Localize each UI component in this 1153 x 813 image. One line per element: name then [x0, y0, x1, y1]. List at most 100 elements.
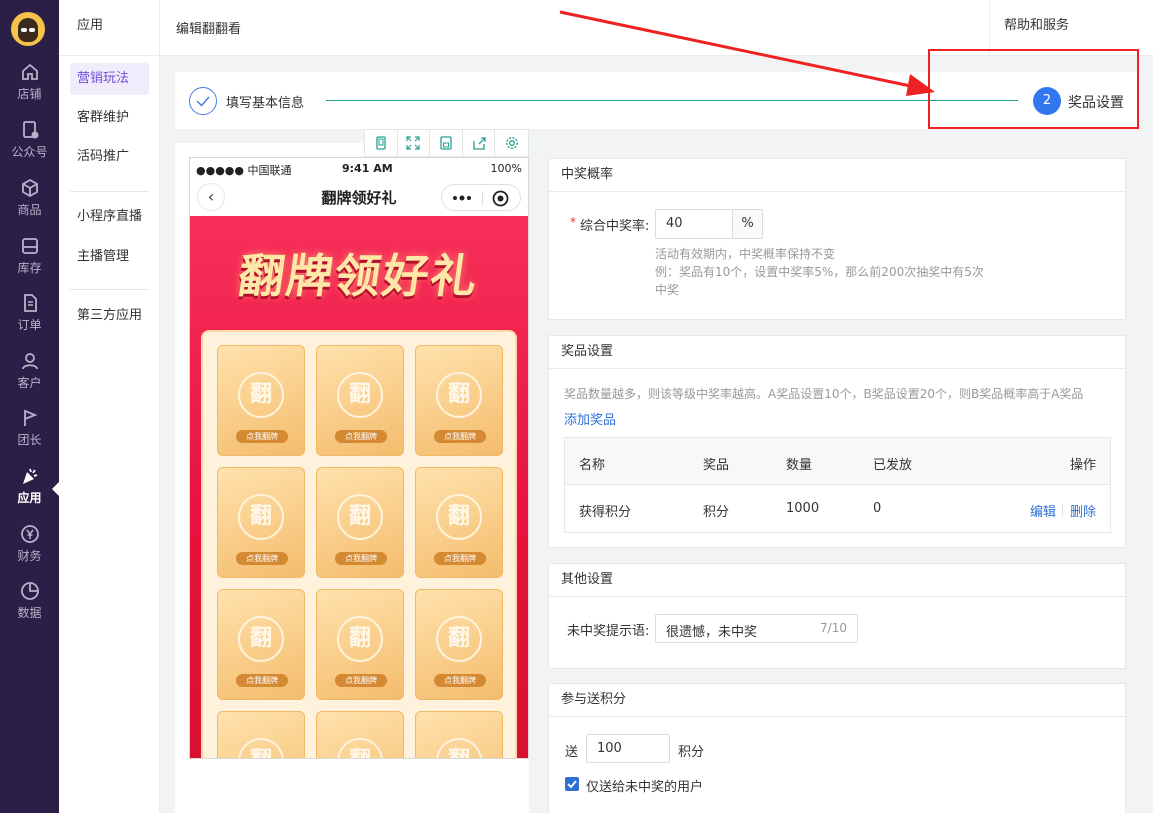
char-counter: 7/10 [820, 621, 847, 635]
submenu-item-anchor[interactable]: 主播管理 [70, 241, 149, 273]
submenu-item-marketing[interactable]: 营销玩法 [70, 63, 149, 95]
add-prize-link[interactable]: 添加奖品 [564, 409, 616, 428]
no-win-message-value: 很遗憾，未中奖 [666, 625, 758, 640]
flip-card-button[interactable]: 点我翻牌 [236, 674, 288, 687]
delete-link[interactable]: 删除 [1070, 501, 1096, 520]
flip-card-button[interactable]: 点我翻牌 [335, 430, 387, 443]
card-character: 翻 [436, 494, 482, 540]
sidebar-item-data[interactable]: 数据 [0, 581, 59, 621]
submenu-item-mini-live[interactable]: 小程序直播 [70, 201, 149, 233]
cell-issued: 0 [873, 501, 882, 516]
share-icon[interactable] [463, 130, 496, 156]
phone-nav-bar: ‹ 翻牌领好礼 [190, 178, 528, 216]
fullscreen-icon[interactable] [398, 130, 431, 156]
edit-link[interactable]: 编辑 [1030, 501, 1056, 520]
sidebar-item-inventory[interactable]: 库存 [0, 236, 59, 276]
flip-card[interactable]: 翻点我翻牌 [415, 467, 503, 578]
phone-preview: ●●●●● 中国联通 9:41 AM 100% ‹ 翻牌领好礼 翻牌领好礼 翻点… [189, 157, 529, 759]
probability-hint-3: 中奖 [655, 283, 680, 297]
other-settings-title: 其他设置 [549, 564, 1125, 597]
annotation-arrow [559, 10, 935, 96]
sidebar-item-goods[interactable]: 商品 [0, 178, 59, 218]
sidebar-item-apps[interactable]: 应用 [0, 466, 59, 506]
flip-card-button[interactable]: 点我翻牌 [434, 552, 486, 565]
flip-card[interactable]: 翻点我翻牌 [316, 467, 404, 578]
flip-card-button[interactable]: 点我翻牌 [434, 430, 486, 443]
flip-card[interactable]: 翻点我翻牌 [217, 711, 305, 758]
phone-status-bar: ●●●●● 中国联通 9:41 AM 100% [190, 158, 528, 178]
flip-card[interactable]: 翻点我翻牌 [415, 711, 503, 758]
only-losers-checkbox[interactable] [565, 777, 579, 791]
flip-card[interactable]: 翻点我翻牌 [415, 589, 503, 700]
mini-program-capsule[interactable] [441, 184, 521, 211]
probability-input[interactable]: 40 [655, 209, 733, 239]
sidebar-item-customers[interactable]: 客户 [0, 351, 59, 391]
points-title: 参与送积分 [549, 684, 1125, 717]
flip-card[interactable]: 翻点我翻牌 [316, 711, 404, 758]
phone-icon[interactable] [365, 130, 398, 156]
close-target-icon[interactable] [492, 190, 509, 207]
active-indicator [52, 482, 59, 496]
col-actions: 操作 [1070, 458, 1097, 473]
banner-headline: 翻牌领好礼 [234, 249, 483, 303]
flip-card-button[interactable]: 点我翻牌 [335, 674, 387, 687]
flip-card-button[interactable]: 点我翻牌 [335, 552, 387, 565]
avatar[interactable] [11, 12, 45, 46]
box-icon [21, 178, 38, 198]
sidebar-item-finance[interactable]: 财务 [0, 524, 59, 564]
party-popper-icon [22, 468, 37, 484]
card-character: 翻 [436, 616, 482, 662]
checkmark-icon [567, 780, 577, 789]
document-badge-icon [22, 121, 38, 139]
sidebar-item-orders[interactable]: 订单 [0, 293, 59, 333]
flip-card[interactable]: 翻点我翻牌 [217, 589, 305, 700]
no-win-label: 未中奖提示语: [567, 624, 650, 639]
more-icon[interactable] [452, 195, 472, 201]
card-character: 翻 [436, 372, 482, 418]
no-win-message-input[interactable]: 很遗憾，未中奖 7/10 [655, 614, 858, 643]
probability-title: 中奖概率 [549, 159, 1125, 192]
submenu-item-customer-groups[interactable]: 客群维护 [70, 102, 149, 134]
save-icon[interactable] [430, 130, 463, 156]
preview-toolbar [364, 129, 529, 157]
flip-card[interactable]: 翻点我翻牌 [217, 467, 305, 578]
game-banner: 翻牌领好礼 翻点我翻牌翻点我翻牌翻点我翻牌翻点我翻牌翻点我翻牌翻点我翻牌翻点我翻… [190, 216, 528, 758]
card-character: 翻 [436, 738, 482, 758]
required-mark: * [570, 215, 576, 229]
sidebar-item-store[interactable]: 店铺 [0, 62, 59, 102]
only-losers-label[interactable]: 仅送给未中奖的用户 [586, 776, 703, 795]
submenu-divider [70, 191, 149, 192]
order-icon [23, 294, 37, 312]
flip-card[interactable]: 翻点我翻牌 [316, 345, 404, 456]
cell-quantity: 1000 [786, 501, 820, 516]
flip-card-button[interactable]: 点我翻牌 [434, 674, 486, 687]
prize-panel: 奖品设置 奖品数量越多，则该等级中奖率越高。A奖品设置10个，B奖品设置20个，… [548, 335, 1126, 548]
probability-hint-2: 例：奖品有10个，设置中奖率5%，那么前200次抽奖中有5次 [655, 265, 984, 279]
points-input[interactable]: 100 [586, 734, 670, 763]
step1-label[interactable]: 填写基本信息 [226, 92, 304, 111]
submenu-item-live-code[interactable]: 活码推广 [70, 141, 149, 173]
secondary-menu: 应用 营销玩法 客群维护 活码推广 小程序直播 主播管理 第三方应用 [59, 0, 160, 813]
other-settings-panel: 其他设置 未中奖提示语: 很遗憾，未中奖 7/10 [548, 563, 1126, 669]
prize-title: 奖品设置 [549, 336, 1125, 369]
help-service-link[interactable]: 帮助和服务 [989, 0, 1153, 56]
flip-card[interactable]: 翻点我翻牌 [415, 345, 503, 456]
points-panel: 参与送积分 送 100 积分 仅送给未中奖的用户 [548, 683, 1126, 813]
flip-card[interactable]: 翻点我翻牌 [217, 345, 305, 456]
cell-name: 获得积分 [579, 505, 632, 520]
flip-card-button[interactable]: 点我翻牌 [236, 552, 288, 565]
card-character: 翻 [337, 494, 383, 540]
col-issued: 已发放 [873, 458, 913, 473]
sidebar-item-leader[interactable]: 团长 [0, 408, 59, 448]
inventory-icon [21, 238, 38, 254]
action-divider [1062, 504, 1063, 516]
submenu-item-third-party[interactable]: 第三方应用 [70, 300, 149, 332]
flip-card[interactable]: 翻点我翻牌 [316, 589, 404, 700]
flip-card-button[interactable]: 点我翻牌 [236, 430, 288, 443]
probability-panel: 中奖概率 * 综合中奖率: 40 % 活动有效期内，中奖概率保持不变 例：奖品有… [548, 158, 1126, 320]
col-prize: 奖品 [703, 458, 730, 473]
sidebar-item-official-account[interactable]: 公众号 [0, 120, 59, 160]
settings-icon[interactable] [495, 130, 528, 156]
main-sidebar: 店铺 公众号 商品 库存 订单 客户 团长 应用 财务 数据 [0, 0, 59, 813]
prize-hint: 奖品数量越多，则该等级中奖率越高。A奖品设置10个，B奖品设置20个，则B奖品概… [564, 387, 1084, 401]
